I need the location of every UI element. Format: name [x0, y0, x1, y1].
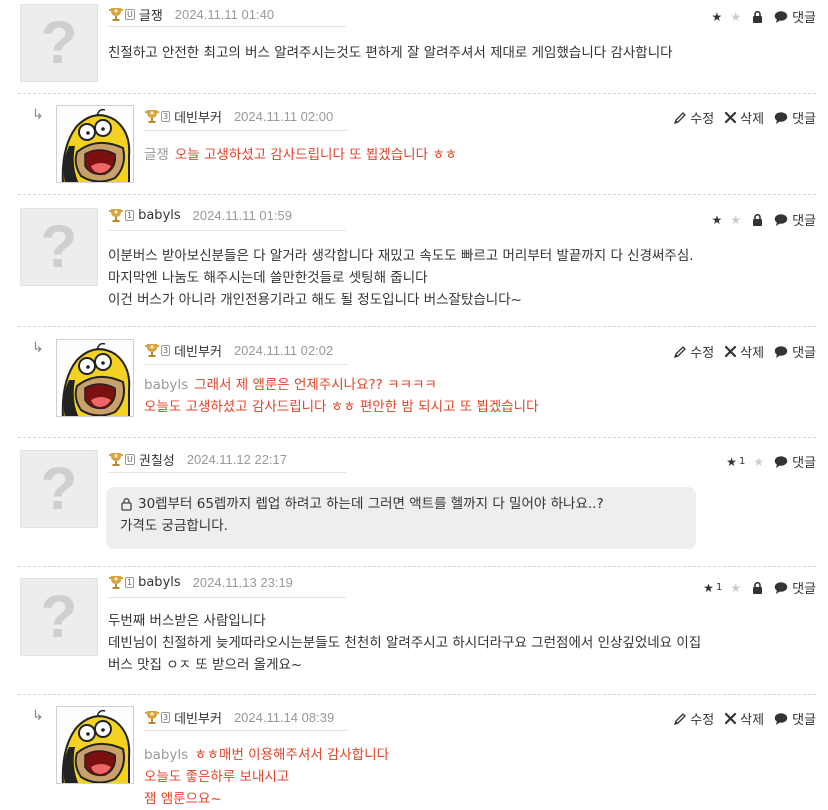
star-icon[interactable]: ★ [703, 581, 714, 595]
comment-date: 2024.11.11 02:02 [233, 343, 334, 358]
avatar[interactable] [56, 706, 134, 784]
trophy-icon: 3 [144, 109, 171, 124]
speech-bubble-icon [774, 712, 788, 725]
comment-author[interactable]: babyls [138, 575, 181, 590]
delete-button[interactable]: 삭제 [724, 709, 764, 728]
comment-date: 2024.11.14 08:39 [233, 710, 335, 725]
speech-bubble-icon [774, 455, 788, 468]
comment-author[interactable]: 권칠성 [139, 450, 175, 469]
star-empty-icon[interactable]: ★ [730, 213, 741, 227]
reply-to-user[interactable]: babyls [144, 747, 188, 763]
comment-date: 2024.11.11 01:40 [174, 7, 275, 22]
avatar[interactable]: ? [20, 4, 98, 82]
comment-date: 2024.11.13 23:19 [192, 575, 293, 590]
trophy-icon: 1 [108, 575, 135, 590]
reply-button[interactable]: 댓글 [774, 342, 816, 361]
comment-author[interactable]: 데빈부커 [174, 341, 222, 360]
reply-button[interactable]: 댓글 [774, 7, 816, 26]
speech-bubble-icon [774, 10, 788, 23]
reply-arrow-icon: ↳ [32, 107, 44, 123]
comment-author[interactable]: 글쟁 [139, 5, 163, 24]
reply-body: babyls ㅎㅎ매번 이용해주셔서 감사합니다 오늘도 좋은하루 보내시고 잼 … [144, 747, 390, 807]
reply-to-user[interactable]: babyls [144, 377, 188, 393]
close-icon [725, 345, 737, 358]
reply-button[interactable]: 댓글 [774, 108, 816, 127]
star-count: 1 [715, 582, 723, 593]
secret-comment-box: 30렙부터 65렙까지 렙업 하려고 하는데 그러면 액트를 헬까지 다 밀어야… [106, 487, 696, 549]
reply-button[interactable]: 댓글 [774, 452, 816, 471]
comment-body: 두번째 버스받은 사람입니다 데빈님이 친절하게 늦게따라오시는분들도 천천히 … [108, 613, 702, 673]
trophy-icon: 1 [108, 208, 135, 223]
avatar[interactable]: ? [20, 450, 98, 528]
star-empty-icon[interactable]: ★ [730, 581, 741, 595]
lock-icon [751, 213, 764, 227]
speech-bubble-icon [774, 213, 788, 226]
trophy-icon: 3 [144, 710, 171, 725]
avatar[interactable] [56, 105, 134, 183]
pencil-icon [674, 111, 686, 124]
reply-button[interactable]: 댓글 [774, 210, 816, 229]
reply-button[interactable]: 댓글 [774, 709, 816, 728]
trophy-icon: 3 [144, 343, 171, 358]
lock-icon [121, 498, 132, 511]
edit-button[interactable]: 수정 [673, 709, 714, 728]
comment-author[interactable]: 데빈부커 [174, 107, 222, 126]
lock-icon [751, 10, 764, 24]
reply-arrow-icon: ↳ [32, 340, 44, 356]
trophy-icon: U [108, 452, 135, 467]
star-count: 1 [738, 456, 746, 467]
star-icon[interactable]: ★ [712, 213, 723, 227]
pencil-icon [674, 712, 686, 725]
avatar[interactable]: ? [20, 578, 98, 656]
comment-date: 2024.11.12 22:17 [186, 452, 287, 467]
trophy-icon: U [108, 7, 135, 22]
comment-date: 2024.11.11 02:00 [233, 109, 334, 124]
star-icon[interactable]: ★ [726, 455, 737, 469]
comment-body: 친절하고 안전한 최고의 버스 알려주시는것도 편하게 잘 알려주셔서 제대로 … [108, 45, 673, 61]
avatar[interactable]: ? [20, 208, 98, 286]
star-empty-icon[interactable]: ★ [730, 10, 741, 24]
reply-arrow-icon: ↳ [32, 708, 44, 724]
close-icon [725, 712, 737, 725]
reply-body: babyls 그래서 제 앰룬은 언제주시나요?? ㅋㅋㅋㅋ 오늘도 고생하셨고 … [144, 377, 539, 415]
edit-button[interactable]: 수정 [673, 108, 714, 127]
close-icon [725, 111, 737, 124]
speech-bubble-icon [774, 581, 788, 594]
delete-button[interactable]: 삭제 [724, 108, 764, 127]
lock-icon [751, 581, 764, 595]
speech-bubble-icon [774, 345, 788, 358]
comment-author[interactable]: babyls [138, 208, 181, 223]
delete-button[interactable]: 삭제 [724, 342, 764, 361]
comment-author[interactable]: 데빈부커 [174, 708, 222, 727]
reply-body: 글쟁 오늘 고생하셨고 감사드립니다 또 뵙겠습니다 ㅎㅎ [144, 147, 458, 163]
reply-button[interactable]: 댓글 [774, 578, 816, 597]
reply-to-user[interactable]: 글쟁 [144, 147, 169, 163]
pencil-icon [674, 345, 686, 358]
star-icon[interactable]: ★ [712, 10, 723, 24]
comment-date: 2024.11.11 01:59 [192, 208, 292, 223]
comment-body: 이분버스 받아보신분들은 다 알거라 생각합니다 재밌고 속도도 빠르고 머리부… [108, 248, 694, 308]
avatar[interactable] [56, 339, 134, 417]
edit-button[interactable]: 수정 [673, 342, 714, 361]
star-empty-icon[interactable]: ★ [753, 455, 764, 469]
speech-bubble-icon [774, 111, 788, 124]
